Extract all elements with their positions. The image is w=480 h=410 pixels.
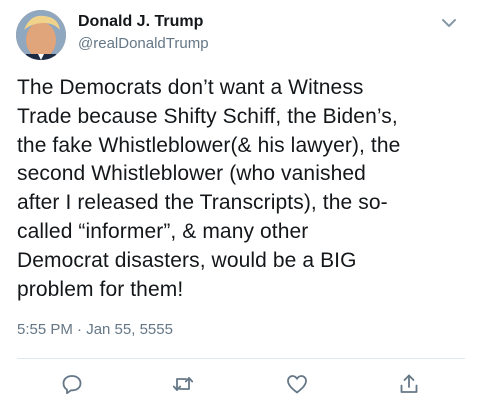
author-display-name[interactable]: Donald J. Trump (78, 13, 203, 31)
tweet-card: Donald J. Trump @realDonaldTrump The Dem… (0, 0, 480, 410)
author-handle[interactable]: @realDonaldTrump (78, 35, 209, 52)
retweet-icon[interactable] (171, 372, 195, 396)
chevron-down-icon[interactable] (438, 14, 460, 32)
avatar[interactable] (16, 10, 66, 60)
tweet-timestamp[interactable]: 5:55 PM · Jan 55, 5555 (17, 321, 173, 338)
tweet-text: The Democrats don’t want a Witness Trade… (17, 76, 401, 301)
avatar-image (16, 10, 66, 60)
share-icon[interactable] (397, 372, 421, 396)
reply-icon[interactable] (60, 372, 84, 396)
divider (17, 358, 465, 359)
heart-icon[interactable] (285, 372, 309, 396)
